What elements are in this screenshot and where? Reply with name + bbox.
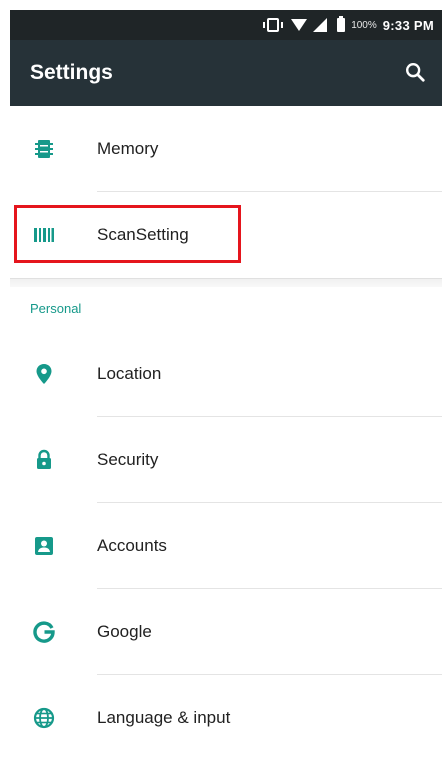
clock: 9:33 PM xyxy=(382,17,434,33)
settings-item-label: Memory xyxy=(97,139,159,158)
settings-item-memory[interactable]: Memory xyxy=(10,106,442,192)
app-toolbar: Settings xyxy=(10,40,442,106)
status-icons: 100% 9:33 PM xyxy=(263,10,434,40)
settings-item-label: Accounts xyxy=(97,536,167,555)
search-icon[interactable] xyxy=(404,61,426,83)
vibrate-icon xyxy=(263,18,284,32)
status-bar: 100% 9:33 PM xyxy=(10,10,442,40)
memory-icon xyxy=(35,140,53,158)
section-header-label: Personal xyxy=(30,301,82,316)
settings-screen: 100% 9:33 PM Settings Memory ScanSetting… xyxy=(0,0,442,776)
section-divider xyxy=(10,278,442,287)
location-pin-icon xyxy=(36,364,52,384)
settings-item-label: Security xyxy=(97,450,159,469)
battery-percent: 100% xyxy=(351,19,377,31)
battery-icon xyxy=(337,16,346,32)
settings-item-security[interactable]: Security xyxy=(10,417,442,503)
settings-item-google[interactable]: Google xyxy=(10,589,442,675)
settings-item-label: Language & input xyxy=(97,708,231,727)
settings-item-language[interactable]: Language & input xyxy=(10,675,442,761)
page-title: Settings xyxy=(30,61,113,84)
highlight-box xyxy=(14,205,241,263)
settings-item-accounts[interactable]: Accounts xyxy=(10,503,442,589)
settings-item-label: Google xyxy=(97,622,152,641)
google-icon xyxy=(33,621,55,643)
settings-item-label: Location xyxy=(97,364,162,383)
lock-icon xyxy=(37,449,51,469)
section-header: Personal xyxy=(10,287,442,331)
globe-icon xyxy=(33,707,55,729)
cell-signal-icon xyxy=(313,18,328,32)
account-icon xyxy=(35,537,53,555)
wifi-icon xyxy=(291,19,308,31)
settings-item-location[interactable]: Location xyxy=(10,331,442,417)
